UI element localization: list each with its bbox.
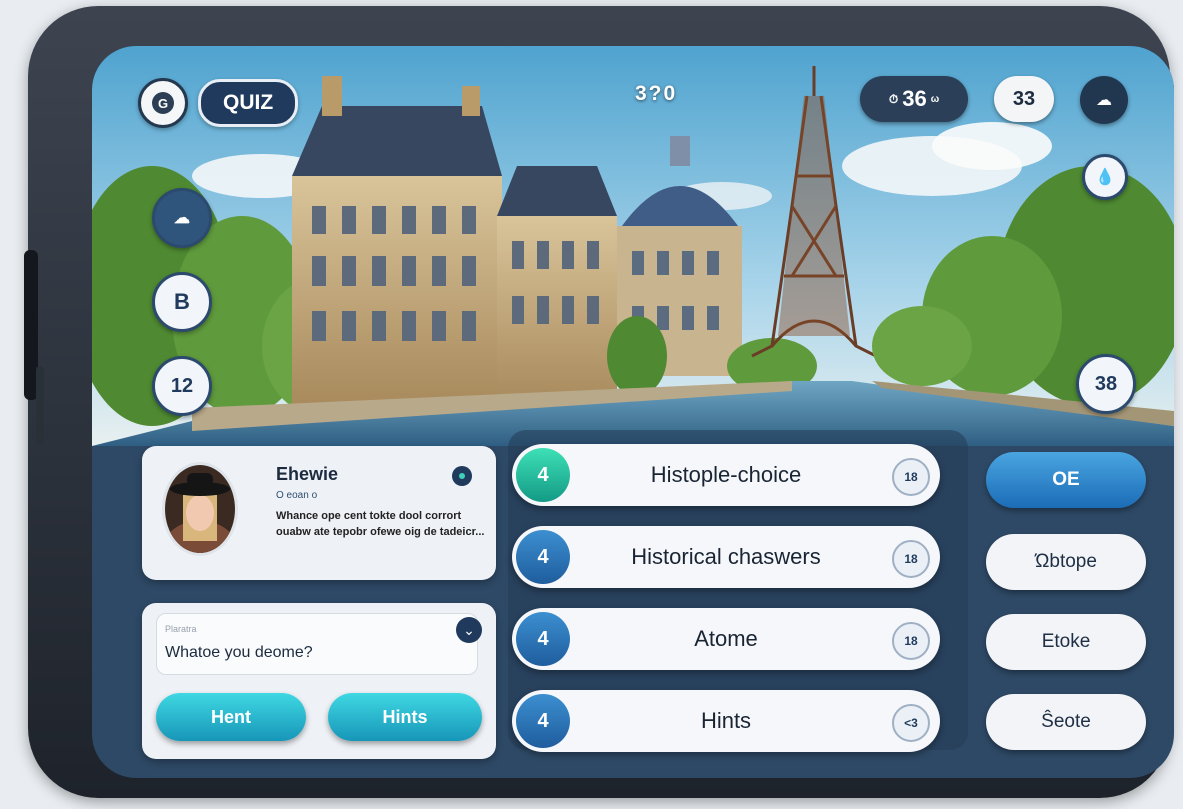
stopwatch-icon: ⏱ [888,91,899,106]
answer-badge: 18 [892,458,930,496]
answer-label: Historical chaswers [631,544,821,569]
side-option-4[interactable]: Ŝeote [986,694,1146,750]
input-label: Plaratra [165,624,197,634]
tablet-frame: G QUIZ 3?0 ⏱ 36 ω 33 ☁ 💧 ☁ B 12 38 Ehewi… [24,6,1174,798]
online-status-icon [452,466,472,486]
cloud-icon: ☁ [174,210,190,227]
game-screen: G QUIZ 3?0 ⏱ 36 ω 33 ☁ 💧 ☁ B 12 38 Ehewi… [92,46,1174,778]
profile-menu-button[interactable]: G [138,78,188,128]
answer-number: 4 [516,530,570,584]
score-display: 3?0 [635,82,678,105]
top-left-hud: G QUIZ [138,78,299,128]
player-status: O eoan o [276,490,318,501]
answer-option-4[interactable]: 4 Hints <3 [512,690,940,752]
logo-icon: G [152,92,174,114]
answer-option-3[interactable]: 4 Atome 18 [512,608,940,670]
quiz-mode-button[interactable]: QUIZ [198,79,299,127]
player-profile-card: Ehewie O eoan o Whance ope cent tokte do… [142,446,496,580]
question-card: Plaratra Whatoe you deome? ⌄ Hent Hints [142,603,496,759]
player-bio: Whance ope cent tokte dool corrort ouabw… [276,510,485,538]
answer-badge: 18 [892,622,930,660]
left-rail-button-cloud[interactable]: ☁ [152,188,212,248]
question-count-badge: 33 [994,76,1054,122]
player-name: Ehewie [276,464,339,484]
answer-badge: <3 [892,704,930,742]
answer-option-1[interactable]: 4 Histople-choice 18 [512,444,940,506]
cloud-sync-button[interactable]: ☁ [1080,76,1128,124]
hints-button[interactable]: Hints [328,693,482,741]
chevron-down-icon[interactable]: ⌄ [456,617,482,643]
side-option-1[interactable]: OE [986,452,1146,508]
settings-drop-button[interactable]: 💧 [1082,154,1128,200]
avatar [162,462,238,556]
question-prompt: Whatoe you deome? [165,644,313,661]
right-level-badge[interactable]: 38 [1076,354,1136,414]
answer-number: 4 [516,612,570,666]
side-option-2[interactable]: Ώbtope [986,534,1146,590]
side-option-3[interactable]: Etoke [986,614,1146,670]
left-rail-button-12[interactable]: 12 [152,356,212,416]
answers-panel: 4 Histople-choice 18 4 Historical chaswe… [508,430,968,752]
cloud-icon: ☁ [1096,92,1112,109]
rail-12-label: 12 [170,374,194,397]
drop-icon: 💧 [1095,169,1115,186]
level-label: 38 [1094,372,1118,395]
answer-input-field[interactable]: Plaratra Whatoe you deome? [156,613,478,675]
rail-b-label: B [174,289,190,314]
answer-label: Histople-choice [650,462,802,487]
left-rail-button-b[interactable]: B [152,272,212,332]
answer-option-2[interactable]: 4 Historical chaswers 18 [512,526,940,588]
answer-label: Hints [700,708,752,733]
side-button [36,366,44,446]
answer-badge: 18 [892,540,930,578]
timer-value: 36 [902,86,927,111]
hent-button[interactable]: Hent [156,693,306,741]
answer-number: 4 [516,694,570,748]
timer-badge: ⏱ 36 ω [860,76,968,122]
answer-number: 4 [516,448,570,502]
timer-unit: ω [930,93,940,105]
answer-label: Atome [694,626,758,651]
